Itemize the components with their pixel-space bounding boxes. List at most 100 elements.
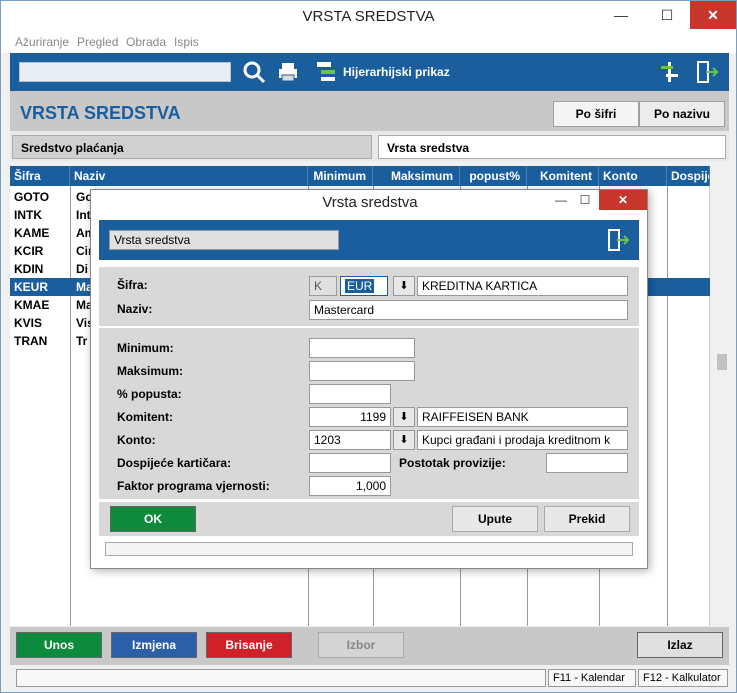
dialog-footer: OK Upute Prekid <box>99 502 639 536</box>
label-popust: % popusta: <box>117 387 182 401</box>
account-field[interactable]: 1203 <box>309 430 391 450</box>
cell-name: Tr <box>76 334 88 348</box>
cell-name: Di <box>76 262 88 276</box>
code-field[interactable]: EUR <box>340 276 388 296</box>
loyalty-factor-field[interactable]: 1,000 <box>309 476 391 496</box>
code-description-field: KREDITNA KARTICA <box>417 276 628 296</box>
delete-button[interactable]: Brisanje <box>206 632 292 658</box>
page-title: VRSTA SREDSTVA <box>20 103 181 123</box>
label-komitent: Komitent: <box>117 410 173 424</box>
commission-field[interactable] <box>546 453 628 473</box>
edit-dialog: Vrsta sredstva — ☐ ✕ Vrsta sredstva Šifr… <box>90 189 648 569</box>
close-button[interactable]: ✕ <box>690 1 736 29</box>
maximum-field[interactable] <box>309 361 415 381</box>
search-input[interactable] <box>19 62 231 82</box>
label-maksimum: Maksimum: <box>117 364 184 378</box>
account-name-field: Kupci građani i prodaja kreditnom k <box>417 430 628 450</box>
calendar-shortcut[interactable]: F11 - Kalendar <box>548 669 636 687</box>
calculator-shortcut[interactable]: F12 - Kalkulator <box>638 669 728 687</box>
menu-item-azuriranje[interactable]: Ažuriranje <box>15 35 69 49</box>
dialog-maximize-button[interactable]: ☐ <box>573 190 597 210</box>
toolbar: Hijerarhijski prikaz <box>10 53 729 91</box>
scrollbar-thumb[interactable] <box>717 354 727 370</box>
dialog-name-box: Vrsta sredstva <box>109 230 339 250</box>
tab-sredstvo-placanja[interactable]: Sredstvo plaćanja <box>12 135 372 159</box>
sort-by-code-button[interactable]: Po šifri <box>553 101 639 127</box>
hierarchy-icon[interactable] <box>315 60 339 84</box>
column-header-sifra[interactable]: Šifra <box>10 166 70 186</box>
column-header-minimum[interactable]: Minimum <box>308 166 373 186</box>
label-dospijece: Dospijeće kartičara: <box>117 456 232 470</box>
minimum-field[interactable] <box>309 338 415 358</box>
dialog-minimize-button[interactable]: — <box>549 190 573 210</box>
tab-vrsta-sredstva[interactable]: Vrsta sredstva <box>378 135 726 159</box>
name-field[interactable]: Mastercard <box>309 300 628 320</box>
menu-item-obrada[interactable]: Obrada <box>126 35 166 49</box>
dialog-header-band: Vrsta sredstva <box>99 220 639 260</box>
cell-code: INTK <box>14 208 42 222</box>
label-faktor: Faktor programa vjernosti: <box>117 479 270 493</box>
cell-code: KAME <box>14 226 50 240</box>
select-button[interactable]: Izbor <box>318 632 404 658</box>
menu-item-pregled[interactable]: Pregled <box>77 35 118 49</box>
ok-button[interactable]: OK <box>110 506 196 532</box>
tab-bar: Sredstvo plaćanja Vrsta sredstva <box>10 131 729 161</box>
table-header: Šifra Naziv Minimum Maksimum popust% Kom… <box>10 166 710 186</box>
help-button[interactable]: Upute <box>452 506 538 532</box>
column-header-maksimum[interactable]: Maksimum <box>373 166 460 186</box>
partner-field[interactable]: 1199 <box>309 407 391 427</box>
action-bar: Unos Izmjena Brisanje Izbor Izlaz <box>10 627 729 665</box>
code-value: EUR <box>345 279 375 293</box>
dialog-close-button[interactable]: ✕ <box>599 190 647 210</box>
cell-name: Int <box>76 208 91 222</box>
edit-button[interactable]: Izmjena <box>111 632 197 658</box>
column-header-konto[interactable]: Konto <box>599 166 667 186</box>
menu-bar: Ažuriranje Pregled Obrada Ispis <box>1 33 736 53</box>
settings-icon[interactable] <box>658 60 682 84</box>
partner-name-field: RAIFFEISEN BANK <box>417 407 628 427</box>
card-due-field[interactable] <box>309 453 391 473</box>
exit-icon[interactable] <box>696 60 720 84</box>
exit-button[interactable]: Izlaz <box>637 632 723 658</box>
main-window: VRSTA SREDSTVA — ☐ ✕ Ažuriranje Pregled … <box>0 0 737 693</box>
label-provizija: Postotak provizije: <box>399 456 506 470</box>
status-bar: F11 - Kalendar F12 - Kalkulator <box>10 667 729 687</box>
partner-lookup-button[interactable]: ⬇ <box>393 407 415 427</box>
code-prefix-field: K <box>309 276 337 296</box>
minimize-button[interactable]: — <box>598 1 644 29</box>
cell-code: TRAN <box>14 334 48 348</box>
cell-code: KMAE <box>14 298 50 312</box>
cell-code: KEUR <box>14 280 49 294</box>
dialog-form: Šifra: K EUR ⬇ KREDITNA KARTICA Naziv: M… <box>99 267 639 499</box>
label-minimum: Minimum: <box>117 341 174 355</box>
label-konto: Konto: <box>117 433 156 447</box>
cell-code: KDIN <box>14 262 44 276</box>
maximize-button[interactable]: ☐ <box>644 1 690 29</box>
page-header: VRSTA SREDSTVA Po šifri Po nazivu <box>10 91 729 131</box>
column-header-dospije[interactable]: Dospije <box>667 166 710 186</box>
status-message <box>16 669 546 687</box>
printer-icon[interactable] <box>277 61 299 83</box>
column-header-naziv[interactable]: Naziv <box>70 166 308 186</box>
dialog-status-field <box>105 542 633 556</box>
cell-code: KVIS <box>14 316 43 330</box>
form-divider <box>99 326 639 328</box>
cell-code: KCIR <box>14 244 44 258</box>
cancel-button[interactable]: Prekid <box>544 506 630 532</box>
column-header-popust[interactable]: popust% <box>460 166 527 186</box>
title-bar: VRSTA SREDSTVA — ☐ ✕ <box>1 1 736 33</box>
dialog-exit-icon[interactable] <box>607 228 631 252</box>
cell-code: GOTO <box>14 190 50 204</box>
hierarchy-view-button[interactable]: Hijerarhijski prikaz <box>343 65 450 79</box>
menu-item-ispis[interactable]: Ispis <box>174 35 199 49</box>
column-header-komitent[interactable]: Komitent <box>527 166 599 186</box>
discount-field[interactable] <box>309 384 391 404</box>
new-button[interactable]: Unos <box>16 632 102 658</box>
label-sifra: Šifra: <box>117 278 148 292</box>
code-lookup-button[interactable]: ⬇ <box>393 276 415 296</box>
label-naziv: Naziv: <box>117 302 153 316</box>
vertical-scrollbar[interactable] <box>713 166 730 626</box>
search-icon[interactable] <box>242 60 266 84</box>
sort-by-name-button[interactable]: Po nazivu <box>639 101 725 127</box>
account-lookup-button[interactable]: ⬇ <box>393 430 415 450</box>
